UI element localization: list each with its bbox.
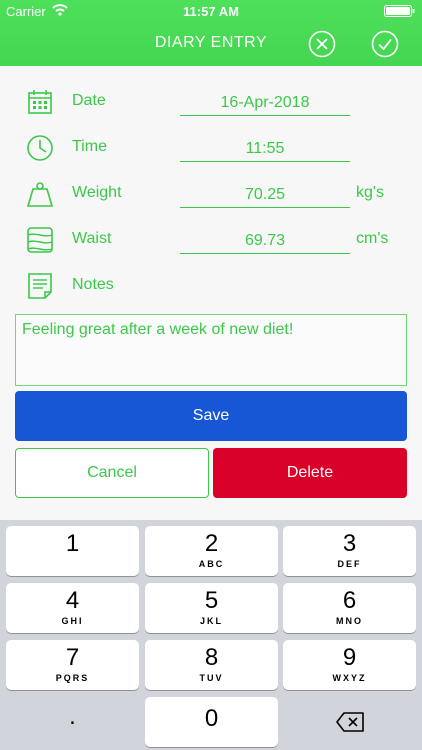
confirm-button[interactable] bbox=[371, 30, 399, 58]
key-letters: WXYZ bbox=[332, 673, 367, 683]
key-digit: 2 bbox=[204, 530, 219, 557]
backspace-icon bbox=[335, 712, 364, 732]
backspace-key[interactable] bbox=[283, 697, 416, 747]
key-letters: TUV bbox=[199, 673, 224, 683]
weight-icon bbox=[24, 178, 56, 210]
diary-form: Date 16-Apr-2018 Time 11:55 Weight 70.25… bbox=[0, 66, 422, 520]
key-letters: GHI bbox=[61, 616, 84, 626]
key-9[interactable]: 9 WXYZ bbox=[283, 640, 416, 690]
weight-label: Weight bbox=[72, 184, 122, 201]
key-digit: 0 bbox=[204, 705, 219, 732]
time-row: Time 11:55 bbox=[0, 126, 422, 170]
weight-unit: kg's bbox=[356, 184, 384, 201]
key-digit: 9 bbox=[342, 644, 357, 671]
date-row: Date 16-Apr-2018 bbox=[0, 80, 422, 124]
key-letters: JKL bbox=[199, 616, 223, 626]
key-digit: 8 bbox=[204, 644, 219, 671]
key-digit: 1 bbox=[65, 530, 80, 557]
weight-row: Weight 70.25 kg's bbox=[0, 172, 422, 216]
tape-measure-icon bbox=[24, 224, 56, 256]
notes-icon bbox=[24, 270, 56, 302]
key-3[interactable]: 3 DEF bbox=[283, 526, 416, 576]
waist-field[interactable]: 69.73 bbox=[180, 228, 350, 254]
waist-label: Waist bbox=[72, 230, 112, 247]
header-bar: Carrier 11:57 AM DIARY ENTRY bbox=[0, 0, 422, 66]
key-4[interactable]: 4 GHI bbox=[6, 583, 139, 633]
save-button[interactable]: Save bbox=[15, 391, 407, 441]
key-letters: ABC bbox=[198, 559, 225, 569]
key-digit: 3 bbox=[342, 530, 357, 557]
key-digit: 6 bbox=[342, 587, 357, 614]
close-circle-icon bbox=[308, 30, 336, 58]
key-letters: MNO bbox=[336, 616, 363, 626]
key-2[interactable]: 2 ABC bbox=[145, 526, 278, 576]
key-decimal[interactable]: . bbox=[6, 697, 139, 747]
weight-field[interactable]: 70.25 bbox=[180, 182, 350, 208]
battery-icon bbox=[384, 5, 416, 17]
waist-unit: cm's bbox=[356, 230, 389, 247]
key-1[interactable]: 1 bbox=[6, 526, 139, 576]
numeric-keypad: 1 2 ABC 3 DEF 4 GHI 5 JKL 6 MNO 7 PQRS 8… bbox=[0, 520, 422, 750]
clock-icon bbox=[24, 132, 56, 164]
key-digit: 4 bbox=[65, 587, 80, 614]
calendar-icon bbox=[24, 86, 56, 118]
notes-textarea[interactable]: Feeling great after a week of new diet! bbox=[15, 314, 407, 386]
waist-row: Waist 69.73 cm's bbox=[0, 218, 422, 262]
key-letters: DEF bbox=[337, 559, 362, 569]
status-bar: Carrier 11:57 AM bbox=[0, 0, 422, 22]
notes-label: Notes bbox=[72, 276, 114, 293]
key-digit: . bbox=[69, 703, 76, 730]
date-field[interactable]: 16-Apr-2018 bbox=[180, 90, 350, 116]
key-5[interactable]: 5 JKL bbox=[145, 583, 278, 633]
delete-button[interactable]: Delete bbox=[213, 448, 407, 498]
page-title: DIARY ENTRY bbox=[154, 34, 268, 51]
cancel-button[interactable]: Cancel bbox=[15, 448, 209, 498]
key-6[interactable]: 6 MNO bbox=[283, 583, 416, 633]
key-7[interactable]: 7 PQRS bbox=[6, 640, 139, 690]
key-digit: 5 bbox=[204, 587, 219, 614]
key-letters: PQRS bbox=[55, 673, 90, 683]
key-8[interactable]: 8 TUV bbox=[145, 640, 278, 690]
close-button[interactable] bbox=[308, 30, 336, 58]
time-label: Time bbox=[72, 138, 107, 155]
status-time: 11:57 AM bbox=[183, 4, 239, 19]
date-label: Date bbox=[72, 92, 106, 109]
notes-row: Notes bbox=[0, 264, 422, 308]
key-0[interactable]: 0 bbox=[145, 697, 278, 747]
key-digit: 7 bbox=[65, 644, 80, 671]
check-circle-icon bbox=[371, 30, 399, 58]
time-field[interactable]: 11:55 bbox=[180, 136, 350, 162]
